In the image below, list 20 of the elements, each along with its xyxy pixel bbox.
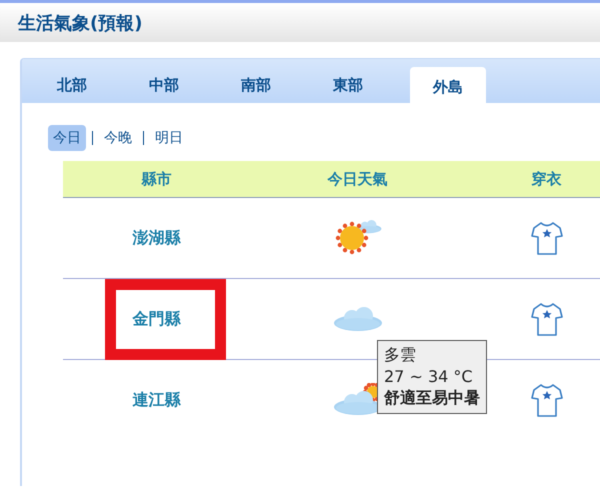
column-header: 今日天氣 bbox=[326, 170, 388, 188]
period-tab[interactable]: 明日 bbox=[150, 125, 188, 151]
county-link[interactable]: 金門縣 bbox=[132, 308, 180, 330]
t-shirt-icon bbox=[530, 301, 562, 337]
weather-tooltip: 多雲 27 ~ 34 °C 舒適至易中暑 bbox=[377, 340, 487, 414]
column-header: 穿衣 bbox=[530, 170, 562, 188]
t-shirt-icon bbox=[530, 382, 562, 418]
region-tab[interactable]: 外島 bbox=[410, 67, 486, 103]
period-tab[interactable]: 今日 bbox=[48, 125, 86, 151]
region-tab[interactable]: 東部 bbox=[310, 73, 386, 103]
period-tab[interactable]: 今晚 bbox=[99, 125, 137, 151]
county-link[interactable]: 連江縣 bbox=[132, 390, 180, 410]
cloud-icon bbox=[332, 305, 382, 333]
page-title: 生活氣象(預報) bbox=[18, 12, 142, 34]
region-tab[interactable]: 中部 bbox=[126, 73, 202, 103]
region-tab[interactable]: 南部 bbox=[218, 73, 294, 103]
region-tab[interactable]: 北部 bbox=[34, 73, 110, 103]
t-shirt-icon bbox=[530, 220, 562, 256]
column-header: 縣市 bbox=[140, 170, 172, 188]
county-link[interactable]: 澎湖縣 bbox=[132, 228, 180, 248]
